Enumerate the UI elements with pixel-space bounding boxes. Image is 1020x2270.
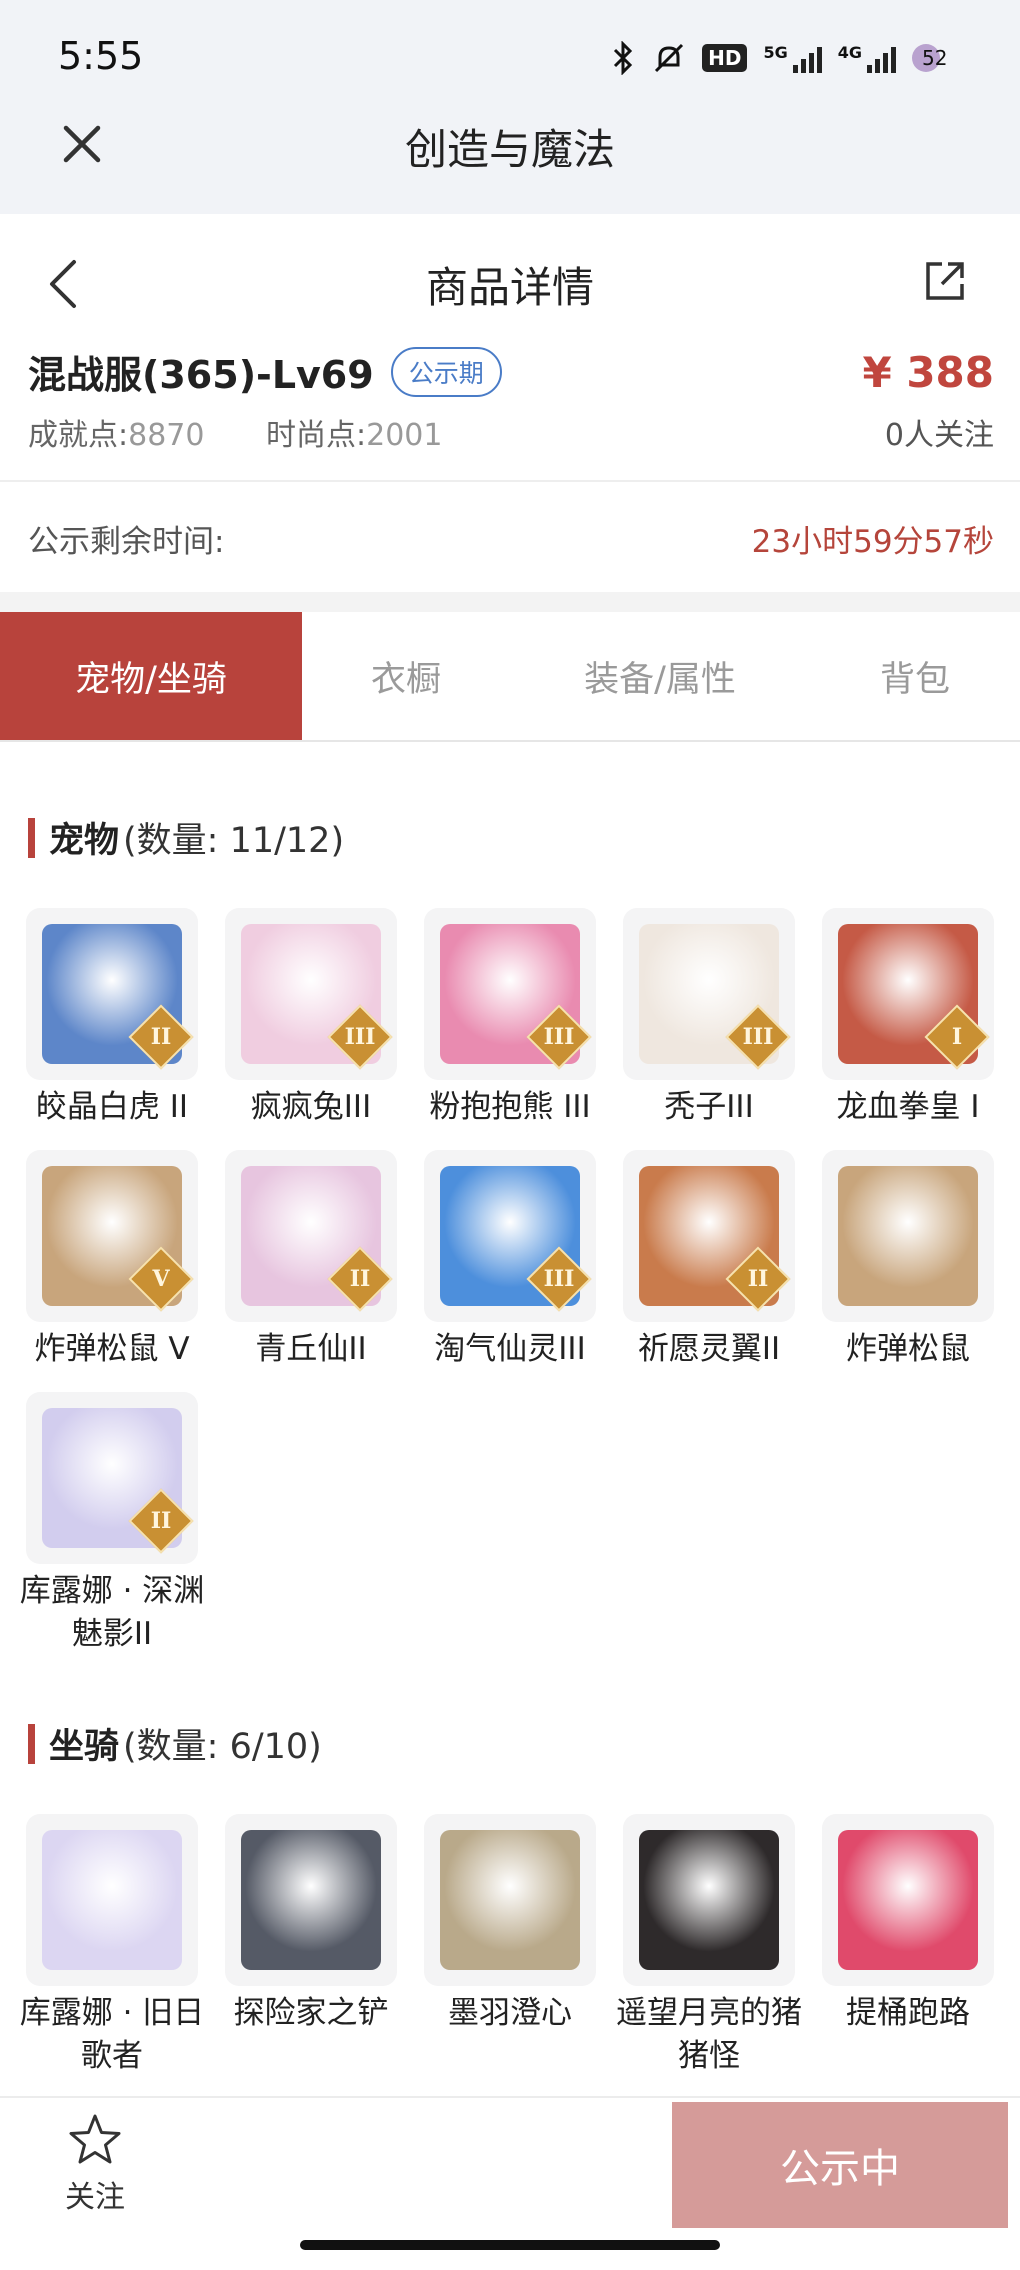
pets-grid: II 皎晶白虎 II III 疯疯兔III III 粉抱抱熊 III III 秃子III I 龙血… (20, 908, 998, 1702)
mount-item[interactable]: 提桶跑路 (822, 1814, 994, 2078)
app-title: 创造与魔法 (404, 125, 615, 174)
pet-item[interactable]: II 皎晶白虎 II (26, 908, 198, 1150)
pet-name: 淘气仙灵III (434, 1331, 586, 1367)
pet-item[interactable]: III 疯疯兔III (225, 908, 397, 1150)
fashion-label: 时尚点: (266, 418, 367, 453)
mute-icon (655, 43, 684, 73)
achievement-label: 成就点: (28, 418, 129, 453)
mounts-section-title: 坐骑 (数量: 6/10) (28, 1718, 322, 1769)
pet-name: 疯疯兔III (250, 1089, 372, 1125)
pet-name: 皎晶白虎 II (35, 1089, 189, 1125)
pet-image (838, 1166, 978, 1306)
mount-thumbnail (424, 1814, 596, 1986)
pet-thumbnail: II (26, 1392, 198, 1564)
share-icon (926, 262, 964, 300)
mount-image (440, 1830, 580, 1970)
pet-item[interactable]: 炸弹松鼠 (822, 1150, 994, 1392)
status-icons: HD 5G 4G 52 (610, 38, 947, 78)
pet-item[interactable]: V 炸弹松鼠 V (26, 1150, 198, 1392)
mount-thumbnail (623, 1814, 795, 1986)
status-time: 5:55 (58, 34, 144, 78)
pet-thumbnail: II (225, 1150, 397, 1322)
achievement-value: 8870 (128, 418, 205, 453)
product-info: 混战服(365)-Lv69 公示期 ¥ 388 (28, 344, 994, 414)
mount-thumbnail (225, 1814, 397, 1986)
follow-button[interactable]: 关注 (40, 2112, 150, 2232)
pet-item[interactable]: II 青丘仙II (225, 1150, 397, 1392)
product-meta: 成就点:8870 时尚点:2001 0人关注 (28, 410, 994, 454)
pet-name: 粉抱抱熊 III (429, 1089, 591, 1125)
countdown-value: 23小时59分57秒 (751, 524, 994, 560)
section-accent-bar (28, 817, 35, 858)
public-status-button[interactable]: 公示中 (672, 2102, 1008, 2228)
mount-thumbnail (822, 1814, 994, 1986)
mount-image (241, 1830, 381, 1970)
pet-name: 炸弹松鼠 V (34, 1331, 190, 1367)
pets-section-title: 宠物 (数量: 11/12) (28, 812, 344, 863)
hd-badge: HD (702, 44, 748, 72)
mount-item[interactable]: 探险家之铲 (225, 1814, 397, 2078)
pet-thumbnail: II (26, 908, 198, 1080)
section-accent-bar (28, 1723, 35, 1764)
mounts-grid: 库露娜 · 旧日歌者 探险家之铲 墨羽澄心 遥望月亮的猪猪怪 提桶跑路 (20, 1814, 998, 2078)
countdown-label: 公示剩余时间: (28, 524, 225, 560)
home-indicator[interactable] (300, 2240, 720, 2250)
pet-name: 青丘仙II (255, 1331, 367, 1367)
mount-item[interactable]: 库露娜 · 旧日歌者 (20, 1814, 204, 2078)
tab-wardrobe[interactable]: 衣橱 (302, 612, 510, 740)
signal-4g-icon: 4G (838, 43, 896, 73)
mount-image (838, 1830, 978, 1970)
mount-name: 提桶跑路 (846, 1995, 970, 2031)
pet-item[interactable]: III 淘气仙灵III (424, 1150, 596, 1392)
tab-pets-mounts[interactable]: 宠物/坐骑 (0, 612, 302, 740)
pet-thumbnail: III (225, 908, 397, 1080)
page-header: 商品详情 (0, 214, 1020, 344)
mount-item[interactable]: 遥望月亮的猪猪怪 (616, 1814, 802, 2078)
pet-item[interactable]: II 库露娜 · 深渊魅影II (20, 1392, 204, 1702)
mount-name: 库露娜 · 旧日歌者 (19, 1995, 205, 2074)
product-name: 混战服(365)-Lv69 (28, 353, 374, 397)
pet-item[interactable]: III 粉抱抱熊 III (424, 908, 596, 1150)
share-button[interactable] (922, 258, 968, 304)
mount-image (42, 1830, 182, 1970)
countdown-row: 公示剩余时间: 23小时59分57秒 (28, 516, 994, 561)
pet-name: 库露娜 · 深渊魅影II (19, 1573, 205, 1652)
price: ¥ 388 (862, 348, 994, 397)
mount-name: 墨羽澄心 (448, 1995, 572, 2031)
fashion-value: 2001 (366, 418, 443, 453)
pet-thumbnail: I (822, 908, 994, 1080)
pet-name: 祈愿灵翼II (637, 1331, 781, 1367)
section-gap (0, 592, 1020, 612)
mount-image (639, 1830, 779, 1970)
page-title: 商品详情 (425, 263, 594, 312)
star-icon (69, 2114, 121, 2164)
status-badge: 公示期 (390, 346, 502, 397)
pet-item[interactable]: II 祈愿灵翼II (623, 1150, 795, 1392)
pet-item[interactable]: I 龙血拳皇 I (822, 908, 994, 1150)
tab-bar: 宠物/坐骑 衣橱 装备/属性 背包 (0, 612, 1020, 742)
pet-name: 龙血拳皇 I (836, 1089, 980, 1125)
pet-thumbnail: V (26, 1150, 198, 1322)
followers-count: 0人关注 (884, 418, 994, 453)
pet-name: 秃子III (664, 1089, 754, 1125)
pet-item[interactable]: III 秃子III (623, 908, 795, 1150)
pet-thumbnail: II (623, 1150, 795, 1322)
pet-thumbnail: III (623, 908, 795, 1080)
tab-backpack[interactable]: 背包 (810, 612, 1020, 740)
pet-thumbnail: III (424, 1150, 596, 1322)
mount-name: 遥望月亮的猪猪怪 (616, 1995, 802, 2074)
mount-item[interactable]: 墨羽澄心 (424, 1814, 596, 2078)
battery-icon: 52 (912, 44, 947, 72)
app-top-area: 5:55 HD 5G 4G 52 创造与魔法 (0, 0, 1020, 214)
tab-equipment[interactable]: 装备/属性 (510, 612, 810, 740)
mount-name: 探险家之铲 (233, 1995, 389, 2031)
signal-5g-icon: 5G (763, 43, 822, 73)
mount-thumbnail (26, 1814, 198, 1986)
pet-name: 炸弹松鼠 (846, 1331, 970, 1367)
divider (0, 480, 1020, 482)
bluetooth-icon (614, 41, 633, 75)
pet-thumbnail (822, 1150, 994, 1322)
pet-thumbnail: III (424, 908, 596, 1080)
